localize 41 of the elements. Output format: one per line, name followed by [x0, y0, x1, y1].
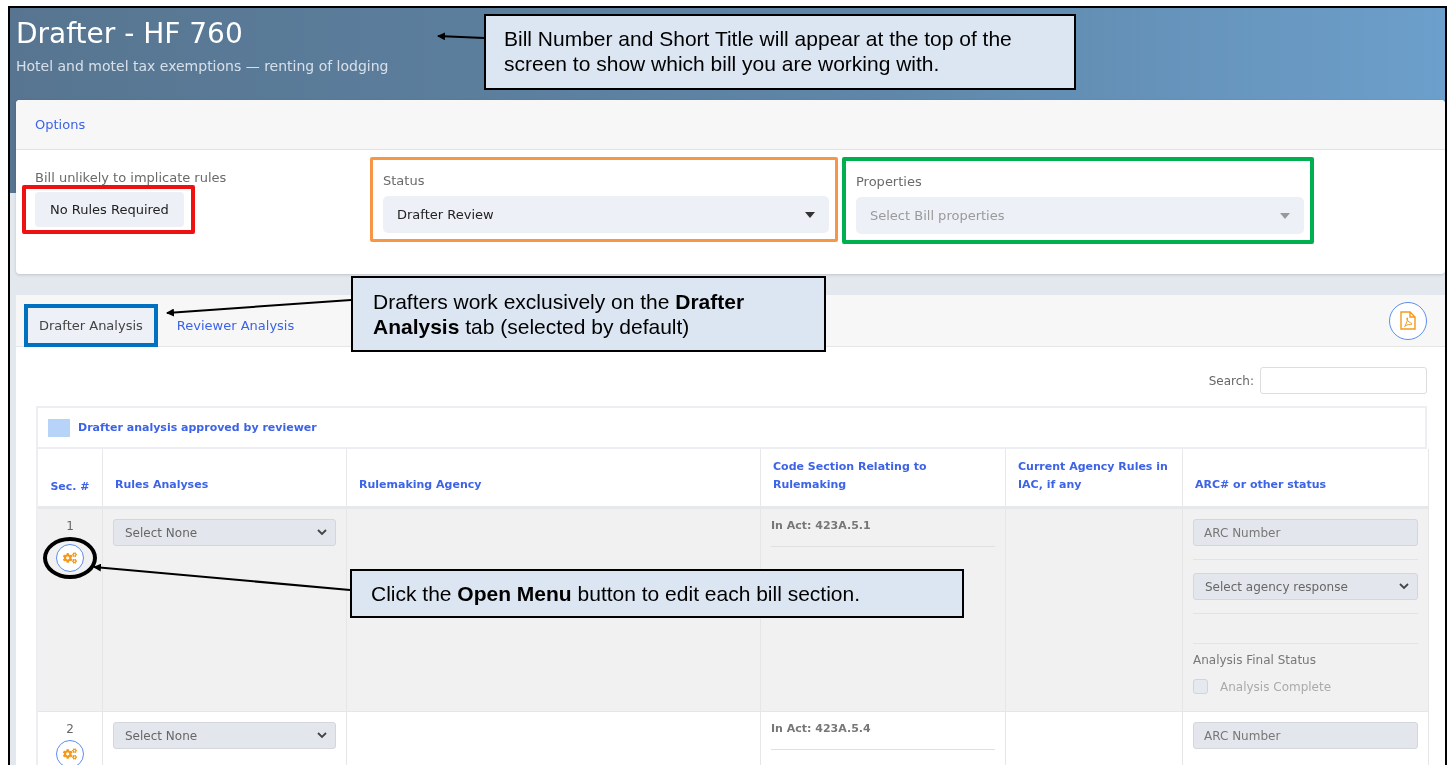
open-menu-button[interactable]	[56, 740, 84, 765]
callout-note: Click the Open Menu button to edit each bill section.	[350, 569, 964, 618]
agency-response-select[interactable]: Select agency response	[1193, 573, 1418, 600]
field-label: Properties	[856, 174, 923, 189]
document-icon	[1400, 311, 1416, 330]
callout-note: Bill Number and Short Title will appear at the top of the screen to show which bill you are working with.	[484, 14, 1076, 90]
chevron-icon	[317, 732, 327, 739]
caret-icon	[1280, 212, 1290, 219]
legend-swatch	[48, 418, 70, 437]
open-menu-button[interactable]	[56, 544, 84, 572]
arc-number-field[interactable]: ARC Number	[1193, 519, 1418, 546]
gears-icon	[63, 551, 77, 565]
tab[interactable]: Reviewer Analysis	[165, 308, 306, 343]
rules-select[interactable]: Select None	[113, 722, 336, 749]
properties-select[interactable]: Select Bill properties	[856, 197, 1304, 234]
field-label: Bill unlikely to implicate rules	[35, 170, 228, 185]
caret-icon	[805, 211, 815, 218]
legend-text: Drafter analysis approved by reviewer	[78, 421, 317, 434]
arrow	[437, 32, 485, 41]
rules-select[interactable]: Select None	[113, 519, 336, 546]
code-section-text: In Act: 423A.5.4	[771, 722, 995, 750]
checkbox-label: Analysis Complete	[1220, 679, 1332, 694]
search-field[interactable]	[1260, 367, 1427, 394]
status-select[interactable]: Drafter Review	[383, 196, 829, 233]
code-section-text: In Act: 423A.5.1	[771, 519, 995, 547]
page-title: Drafter - HF 760	[16, 16, 243, 52]
tab[interactable]: Drafter Analysis	[28, 308, 154, 343]
chevron-icon	[317, 529, 327, 536]
no-rules-button[interactable]: No Rules Required	[35, 192, 184, 227]
arc-number-field[interactable]: ARC Number	[1193, 722, 1418, 749]
gears-icon	[63, 747, 77, 761]
final-status-label: Analysis Final Status	[1193, 653, 1317, 667]
chevron-icon	[1399, 583, 1409, 590]
section-number: 1	[66, 519, 74, 533]
page-subtitle: Hotel and motel tax exemptions — renting of lodging	[16, 58, 389, 74]
section-number: 2	[66, 722, 74, 736]
search-label: Search:	[1208, 373, 1254, 388]
callout-note: Drafters work exclusively on the Drafter Analysis tab (selected by default)	[351, 276, 826, 352]
pdf-button[interactable]	[1389, 301, 1427, 340]
field-label: Status	[383, 173, 426, 188]
card-heading: Options	[35, 117, 86, 132]
